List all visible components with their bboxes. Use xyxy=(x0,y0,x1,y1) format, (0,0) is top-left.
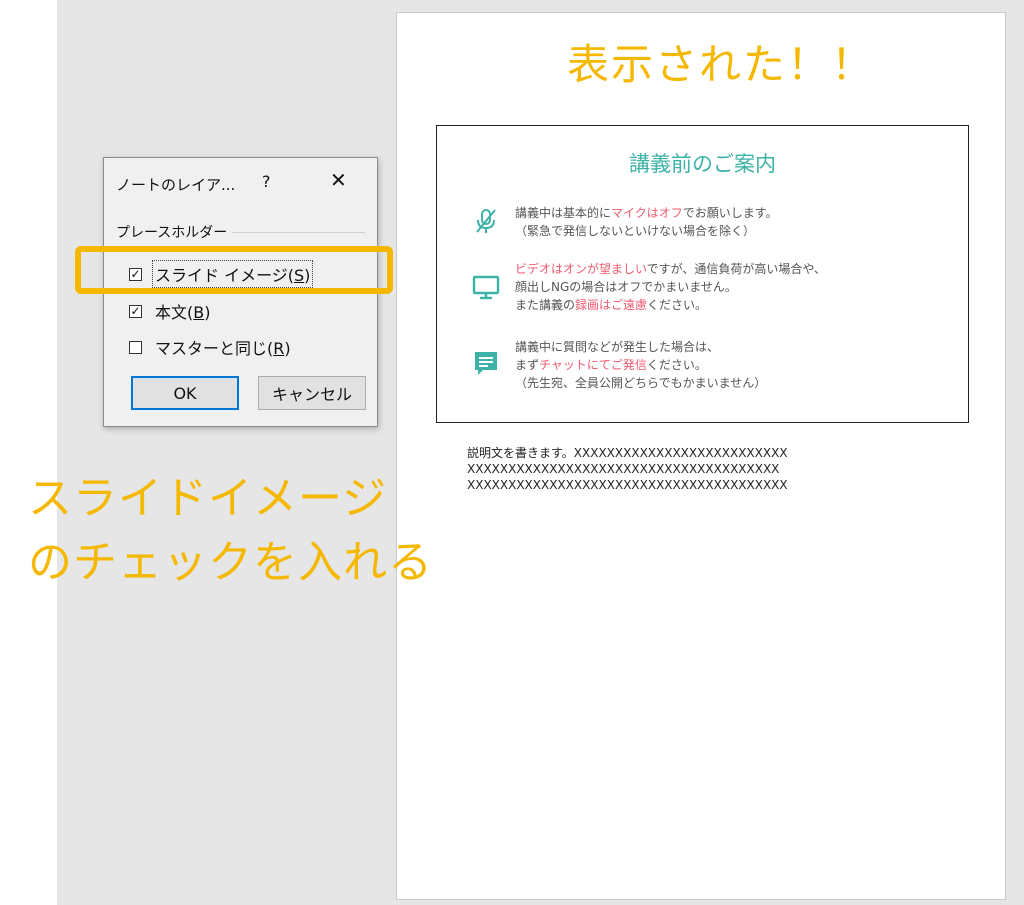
highlight-frame xyxy=(75,246,393,294)
monitor-icon xyxy=(472,275,500,300)
annotation-line-2: のチェックを入れる xyxy=(28,537,433,588)
notes-line: XXXXXXXXXXXXXXXXXXXXXXXXXXXXXXXXXXXXXXX xyxy=(467,478,788,492)
slide-title: 講義前のご案内 xyxy=(629,152,776,176)
slide-item-text: 講義中に質問などが発生した場合は、 まずチャットにてご発信ください。 （先生宛、全員… xyxy=(515,338,955,392)
highlighted-text: 録画はご遠慮 xyxy=(575,298,648,312)
text-segment: まず xyxy=(515,358,540,372)
highlighted-text: ビデオはオンが望ましい xyxy=(515,262,647,276)
mic-off-icon xyxy=(476,209,496,233)
same-as-master-label: マスターと同じ(R) xyxy=(155,339,291,358)
slide-item-line: まずチャットにてご発信ください。 xyxy=(515,356,955,374)
slide-item-line: ビデオはオンが望ましいですが、通信負荷が高い場合や、 xyxy=(515,260,955,278)
slide-item-line: （緊急で発信しないといけない場合を除く） xyxy=(515,222,955,240)
slide-image[interactable]: 講義前のご案内 講義中は基本的にマイクはオフでお願いします。 （緊急で発信しないと… xyxy=(436,125,969,423)
body-checkbox-row[interactable]: ✓ 本文(B) xyxy=(129,297,213,325)
notes-page: 表示された！！ 講義前のご案内 講義中は基本的にマイクはオフでお願いします。 （緊… xyxy=(396,12,1006,900)
notes-text[interactable]: 説明文を書きます。XXXXXXXXXXXXXXXXXXXXXXXXXX XXXX… xyxy=(467,445,788,493)
highlighted-text: マイクはオフ xyxy=(611,206,683,220)
slide-item-line: 講義中は基本的にマイクはオフでお願いします。 xyxy=(515,204,955,222)
slide-item-video: ビデオはオンが望ましいですが、通信負荷が高い場合や、顔出しNGの場合はオフでかま… xyxy=(472,260,955,314)
text-segment: （緊急で発信しないといけない場合を除く） xyxy=(515,224,756,238)
slide-item-mic: 講義中は基本的にマイクはオフでお願いします。 （緊急で発信しないといけない場合を除… xyxy=(476,204,955,240)
text-segment: でお願いします。 xyxy=(682,206,778,220)
text-segment: 講義中は基本的に xyxy=(515,206,612,220)
slide-item-line: （先生宛、全員公開どちらでもかまいません） xyxy=(515,374,955,392)
notes-line: XXXXXXXXXXXXXXXXXXXXXXXXXXXXXXXXXXXXXX xyxy=(467,462,780,476)
cancel-button[interactable]: キャンセル xyxy=(258,376,366,410)
dialog-title: ノートのレイア... xyxy=(116,176,236,194)
text-segment: 顔出しNGの場合はオフでかまいません。 xyxy=(515,280,737,294)
slide-item-line: また講義の録画はご遠慮ください。 xyxy=(515,296,955,314)
annotation-line-1: スライドイメージ xyxy=(28,473,388,524)
help-button[interactable]: ? xyxy=(262,172,271,191)
slide-item-chat: 講義中に質問などが発生した場合は、 まずチャットにてご発信ください。 （先生宛、全員… xyxy=(475,338,955,392)
text-segment: また講義の xyxy=(515,298,576,312)
slide-item-line: 顔出しNGの場合はオフでかまいません。 xyxy=(515,278,955,296)
same-as-master-checkbox[interactable] xyxy=(129,340,142,354)
close-icon[interactable]: ✕ xyxy=(330,170,347,190)
text-segment: ください。 xyxy=(647,298,708,312)
text-segment: ください。 xyxy=(646,358,707,372)
slide-item-text: ビデオはオンが望ましいですが、通信負荷が高い場合や、顔出しNGの場合はオフでかま… xyxy=(515,260,955,314)
group-divider xyxy=(232,232,365,233)
chat-icon xyxy=(475,352,497,375)
text-segment: 講義中に質問などが発生した場合は、 xyxy=(515,340,720,354)
slide-item-text: 講義中は基本的にマイクはオフでお願いします。 （緊急で発信しないといけない場合を除… xyxy=(515,204,955,240)
placeholder-group-label: プレースホルダー xyxy=(116,225,228,241)
same-as-master-checkbox-row[interactable]: マスターと同じ(R) xyxy=(129,333,294,361)
text-segment: （先生宛、全員公開どちらでもかまいません） xyxy=(515,376,767,390)
slide-item-line: 講義中に質問などが発生した場合は、 xyxy=(515,338,955,356)
text-segment: ですが、通信負荷が高い場合や、 xyxy=(646,262,827,276)
highlighted-text: チャットにてご発信 xyxy=(539,358,647,372)
body-label: 本文(B) xyxy=(155,303,211,322)
body-checkbox[interactable]: ✓ xyxy=(129,304,142,318)
notes-line: 説明文を書きます。XXXXXXXXXXXXXXXXXXXXXXXXXX xyxy=(467,446,788,460)
ok-button[interactable]: OK xyxy=(131,376,239,410)
page-caption: 表示された！！ xyxy=(567,40,876,89)
